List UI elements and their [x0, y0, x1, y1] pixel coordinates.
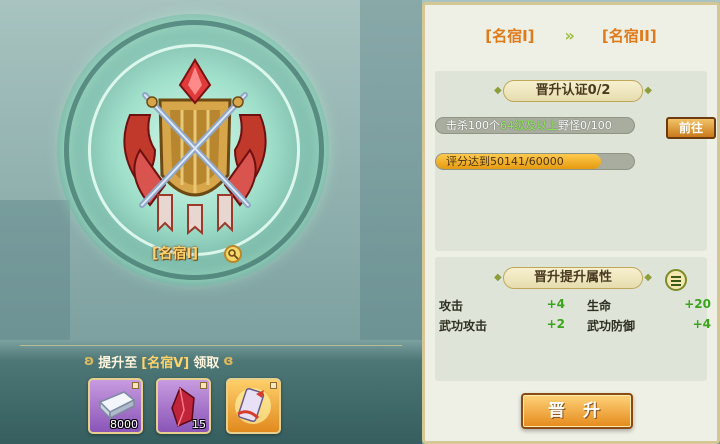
- rank-emblem-label: [名宿I]: [152, 246, 199, 262]
- magnifier-icon[interactable]: [224, 245, 242, 263]
- go-button[interactable]: 前往: [666, 117, 716, 139]
- attr-name: 武功攻击: [439, 319, 488, 333]
- certification-title: 晋升认证0/2: [494, 80, 652, 102]
- reward-divider: [20, 345, 402, 346]
- attr-name: 武功防御: [587, 319, 636, 333]
- reward-prefix: 提升至: [98, 355, 138, 371]
- promote-button[interactable]: 晋 升: [521, 393, 633, 429]
- list-icon[interactable]: [665, 269, 687, 291]
- item-corner-badge: [132, 382, 139, 389]
- scroll-ornament-icon: ʚ: [84, 353, 95, 369]
- score-text: 评分达到50141/60000: [446, 154, 564, 169]
- attr-name: 生命: [587, 299, 612, 313]
- background-rock: [360, 0, 422, 340]
- score-progress-bar: 评分达到50141/60000: [435, 153, 635, 170]
- background-rock: [0, 200, 70, 340]
- reward-item-map[interactable]: [226, 378, 281, 434]
- attr-value: +2: [546, 317, 565, 331]
- next-rank: [名宿II]: [601, 26, 657, 45]
- task-text-highlight: 64级及以上: [500, 119, 558, 132]
- task-text-pre: 击杀100个: [446, 119, 500, 132]
- item-corner-badge: [200, 382, 207, 389]
- reward-title: ʚ 提升至 [名宿V] 领取 ɞ: [84, 350, 314, 372]
- rank-transition: [名宿I] » [名宿II]: [425, 13, 717, 57]
- reward-item-silver[interactable]: 8000: [88, 378, 143, 434]
- attr-value: +4: [692, 317, 711, 331]
- attr-value: +20: [684, 297, 711, 311]
- current-rank: [名宿I]: [485, 26, 535, 45]
- reward-target-rank: [名宿V]: [141, 355, 190, 371]
- rank-scene: [名宿I] ʚ 提升至 [名宿V] 领取 ɞ 8000 15: [0, 0, 422, 444]
- double-chevron-right-icon: »: [564, 25, 575, 45]
- rank-emblem-icon: [123, 58, 267, 236]
- item-count: 15: [192, 418, 206, 431]
- reward-item-crystal[interactable]: 15: [156, 378, 211, 434]
- attr-value: +4: [546, 297, 565, 311]
- item-corner-badge: [270, 382, 277, 389]
- score-text-pre: 评分达到: [446, 155, 490, 168]
- scroll-ornament-icon: ɞ: [223, 353, 234, 369]
- reward-suffix: 领取: [193, 355, 220, 371]
- promotion-panel: [名宿I] » [名宿II] 晋升认证0/2 击杀100个64级及以上野怪0/1…: [422, 2, 720, 444]
- task-text: 击杀100个64级及以上野怪0/100: [446, 118, 612, 133]
- item-count: 8000: [110, 418, 138, 431]
- score-text-value: 50141/60000: [490, 155, 564, 168]
- attr-name: 攻击: [439, 299, 464, 313]
- attributes-title: 晋升提升属性: [494, 267, 652, 289]
- task-progress-bar: 击杀100个64级及以上野怪0/100: [435, 117, 635, 134]
- task-text-post: 野怪0/100: [558, 119, 612, 132]
- certification-section: 晋升认证0/2 击杀100个64级及以上野怪0/100 评分达到50141/60…: [435, 71, 707, 251]
